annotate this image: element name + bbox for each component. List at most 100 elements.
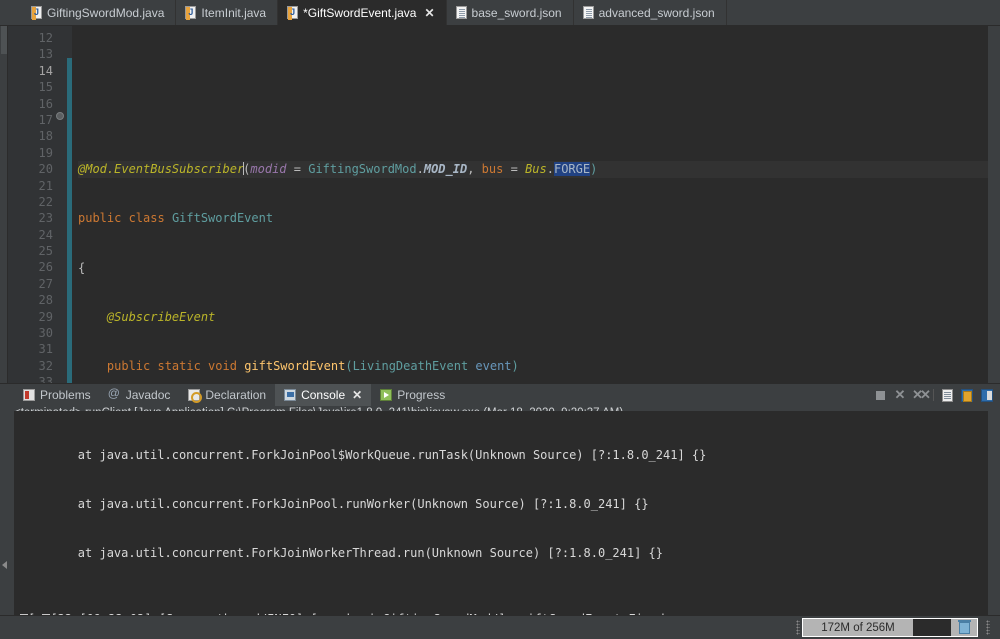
problems-icon [23,389,35,401]
json-file-icon [582,6,594,19]
console-line-text: at java.util.concurrent.ForkJoinPool$Wor… [20,447,707,462]
line-number: 17 [38,112,53,127]
console-line-text: at java.util.concurrent.ForkJoinPool.run… [20,497,649,512]
console-output[interactable]: at java.util.concurrent.ForkJoinPool$Wor… [14,411,988,615]
panel-tab-label: Declaration [205,388,267,402]
line-number: 20 [38,162,53,177]
line-number: 15 [38,80,53,95]
editor-tab-bar: GiftingSwordMod.java ItemInit.java *Gift… [0,0,1000,26]
line-number: 32 [38,358,53,373]
line-number: 14 [38,63,53,78]
line-number: 21 [38,178,53,193]
console-toolbar: ✕ ✕✕ [871,384,996,406]
tab-declaration[interactable]: Declaration [179,384,275,406]
tab-console[interactable]: Console ✕ [275,384,372,406]
editor-tab-giftswordevent[interactable]: *GiftSwordEvent.java ✕ [278,0,447,25]
fold-collapse-icon[interactable] [56,112,64,120]
panel-tab-label: Problems [40,388,91,402]
line-number: 22 [38,194,53,209]
line-number: 18 [38,129,53,144]
code-line: @Mod.EventBusSubscriber(modid = GiftingS… [78,161,988,178]
remove-all-terminated-button[interactable]: ✕✕ [911,386,931,404]
status-bar: 172M of 256M [0,615,1000,639]
tab-progress[interactable]: Progress [371,384,454,406]
line-number: 28 [38,293,53,308]
close-icon[interactable]: ✕ [352,388,362,402]
editor-tab-label: GiftingSwordMod.java [47,5,165,20]
line-number: 27 [38,276,53,291]
panel-tab-label: Console [301,388,346,402]
editor-tab-advanced-sword-json[interactable]: advanced_sword.json [574,0,727,25]
code-line: public static void giftSwordEvent(Living… [106,359,519,374]
javadoc-icon [108,386,121,401]
line-number: 30 [38,326,53,341]
run-gc-button[interactable] [951,619,977,636]
editor-marker-column[interactable] [8,26,22,383]
line-number: 13 [38,47,53,62]
close-icon[interactable]: ✕ [424,7,434,19]
bottom-panel: Problems Javadoc Declaration Console ✕ P… [0,383,1000,615]
remove-launch-button[interactable]: ✕ [891,386,909,404]
editor-tab-giftingswordmod[interactable]: GiftingSwordMod.java [22,0,177,25]
code-line: @SubscribeEvent [106,309,216,324]
line-number: 19 [38,145,53,160]
document-icon [941,388,953,402]
grid-icon [981,388,993,402]
editor-tab-iteminit[interactable]: ItemInit.java [176,0,279,25]
console-vertical-scrollbar[interactable] [988,411,1000,615]
terminate-button[interactable] [871,386,889,404]
line-number: 23 [38,211,53,226]
console-icon [284,389,297,401]
java-file-icon [185,6,197,20]
close-all-x-icon: ✕✕ [912,387,931,402]
progress-icon [380,389,393,401]
trash-icon [957,619,971,634]
status-grip [796,620,800,635]
pin-console-button[interactable] [958,386,976,404]
tab-problems[interactable]: Problems [14,384,100,406]
line-number: 25 [38,244,53,259]
line-number: 33 [38,375,53,383]
editor-tab-label: base_sword.json [471,5,562,20]
console-line-text: at java.util.concurrent.ForkJoinWorkerTh… [20,546,663,561]
console-left-strip [0,411,14,615]
editor-folding-column[interactable] [55,26,67,383]
heap-status-indicator[interactable]: 172M of 256M [802,618,978,637]
java-file-icon [287,6,299,20]
lock-icon [961,388,973,402]
open-console-button[interactable] [938,386,956,404]
close-x-icon: ✕ [894,387,906,402]
panel-tab-bar: Problems Javadoc Declaration Console ✕ P… [0,384,1000,406]
line-number: 31 [38,342,53,357]
eclipse-ide-window: GiftingSwordMod.java ItemInit.java *Gift… [0,0,1000,639]
declaration-icon [188,389,203,403]
code-line: public class GiftSwordEvent [78,211,274,226]
heap-usage-label: 172M of 256M [803,619,913,636]
line-number: 12 [38,31,53,45]
source-editor[interactable]: 12 13 14 15 16 17 18 19 20 21 22 23 24 25 26 27 28 29 30 31… [0,26,1000,383]
line-number: 26 [38,260,53,275]
editor-tab-base-sword-json[interactable]: base_sword.json [447,0,574,25]
editor-code-area[interactable]: @Mod.EventBusSubscriber(modid = GiftingS… [72,26,988,383]
line-number: 16 [38,96,53,111]
panel-tab-label: Javadoc [125,388,171,402]
json-file-icon [455,6,467,19]
editor-left-strip [0,26,8,383]
expand-arrow-icon[interactable] [2,561,7,570]
java-file-icon [31,6,42,20]
status-grip [986,620,990,635]
tab-javadoc[interactable]: Javadoc [100,384,180,406]
editor-vertical-scrollbar[interactable] [988,26,1000,383]
editor-line-number-gutter: 12 13 14 15 16 17 18 19 20 21 22 23 24 25 26 27 28 29 30 31… [22,26,55,383]
console-line: at java.util.concurrent.ForkJoinWorkerTh… [20,545,988,561]
editor-tab-label: *GiftSwordEvent.java [303,5,417,20]
line-number: 24 [38,227,53,242]
display-selected-console-button[interactable] [978,386,996,404]
panel-tab-label: Progress [397,388,446,402]
line-number: 29 [38,309,53,324]
toolbar-separator [931,386,936,404]
editor-tab-label: ItemInit.java [201,5,267,20]
console-line: at java.util.concurrent.ForkJoinPool.run… [20,496,988,512]
